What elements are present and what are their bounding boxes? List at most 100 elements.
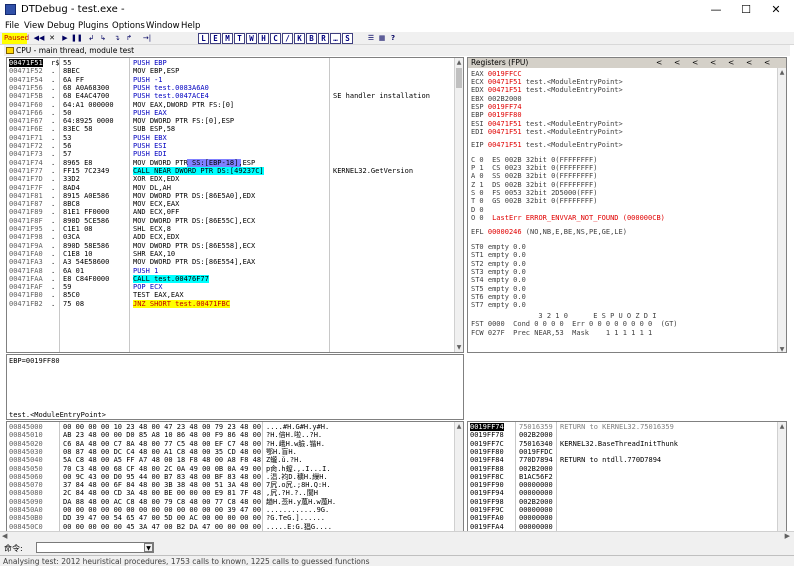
dump-row[interactable]: 00845000 00 00 00 00 10 23 48 00 47 23 48… [7, 423, 455, 431]
disasm-row[interactable]: 00471F89. 81E1 FF0000 AND ECX,0FF [7, 208, 455, 216]
reg-nav-button[interactable]: < [692, 58, 698, 68]
menu-help[interactable]: Help [181, 21, 200, 31]
disasm-row[interactable]: 00471F7D. 33D2 XOR EDX,EDX [7, 175, 455, 183]
memory-window-button[interactable]: M [222, 33, 233, 44]
register-value[interactable]: 00471F51 [488, 78, 522, 86]
disasm-row[interactable]: 00471FB0. 85C0 TEST EAX,EAX [7, 291, 455, 299]
scroll-up-arrow-icon[interactable]: ▲ [455, 58, 463, 67]
menu-debug[interactable]: Debug [47, 21, 75, 31]
dump-row[interactable]: 008450A0 00 00 00 00 00 00 00 00 00 00 00… [7, 506, 455, 514]
reg-nav-button[interactable]: < [710, 58, 716, 68]
registers-pane[interactable]: Registers (FPU) < < < < < < < EAX 0019FF… [467, 57, 787, 353]
dump-row[interactable]: 00845090 DA 88 48 00 AC C8 48 00 79 C8 48… [7, 498, 455, 506]
register-line[interactable]: EFL 00000246 (NO,NB,E,BE,NS,PE,GE,LE) [471, 228, 627, 236]
step-over-button[interactable]: ↳ [98, 33, 108, 44]
disasm-row[interactable]: 00471F52. 8BEC MOV EBP,ESP [7, 67, 455, 75]
disasm-row[interactable]: 00471F73. 57 PUSH EDI [7, 150, 455, 158]
minimize-button[interactable]: — [704, 2, 728, 18]
disassembly-pane[interactable]: 00471F51 r$ 55 PUSH EBP 00471F52. 8BEC MOV EBP… [6, 57, 464, 353]
disasm-row[interactable]: 00471F8F. 890D 5CE586 MOV DWORD PTR DS:[86… [7, 217, 455, 225]
reg-nav-button[interactable]: < [656, 58, 662, 68]
dump-row[interactable]: 00845030 08 87 48 00 DC C4 48 00 A1 C8 48… [7, 448, 455, 456]
run-trace-window-button[interactable]: … [330, 33, 341, 44]
disasm-row[interactable]: 00471F98. 03CA ADD ECX,EDX [7, 233, 455, 241]
scroll-up-arrow-icon[interactable]: ▲ [455, 422, 463, 431]
maximize-button[interactable]: ☐ [734, 2, 758, 18]
menu-view[interactable]: View [24, 21, 44, 31]
register-line[interactable]: A 0 SS 002B 32bit 0(FFFFFFFF) [471, 172, 597, 180]
modules-window-button[interactable]: E [210, 33, 221, 44]
register-value[interactable]: 0019FFCC [488, 70, 522, 78]
register-value[interactable]: 00471F51 [488, 86, 522, 94]
stack-row[interactable]: 0019FF94 00000000 [468, 489, 778, 497]
register-line[interactable]: ST4 empty 0.0 [471, 276, 526, 284]
disasm-row[interactable]: 00471F95. C1E1 08 SHL ECX,8 [7, 225, 455, 233]
registers-scrollbar[interactable]: ▲ ▼ [777, 68, 786, 352]
dump-row[interactable]: 00845080 2C 84 48 00 CD 3A 48 00 BE 00 00… [7, 489, 455, 497]
stack-row[interactable]: 0019FF98 002B2000 [468, 498, 778, 506]
disasm-row[interactable]: 00471FB2. 75 08 JNZ SHORT test.00471FBC [7, 299, 455, 308]
restart-button[interactable]: ◀◀ [32, 33, 46, 44]
disasm-row[interactable]: 00471F77. FF15 7C2349 CALL NEAR DWORD PTR … [7, 166, 455, 176]
trace-into-button[interactable]: ↴ [112, 33, 122, 44]
run-button[interactable]: ▶ [60, 33, 70, 44]
register-value[interactable]: 0019FF80 [488, 111, 522, 119]
disasm-row[interactable]: 00471FA8. 6A 01 PUSH 1 [7, 267, 455, 275]
main-horizontal-scrollbar[interactable]: ◀ ▶ [0, 531, 794, 541]
register-line[interactable]: EDX 00471F51 test.<ModuleEntryPoint> [471, 86, 623, 94]
command-input[interactable] [36, 542, 154, 553]
threads-window-button[interactable]: T [234, 33, 245, 44]
disasm-row[interactable]: 00471F66. 50 PUSH EAX [7, 109, 455, 117]
register-value[interactable]: 002B2000 [488, 95, 522, 103]
dump-row[interactable]: 008450C0 00 00 00 00 00 45 3A 47 00 B2 DA… [7, 523, 455, 531]
disasm-row[interactable]: 00471F5B. 68 E4AC4700 PUSH test.0047ACE4 SE… [7, 92, 455, 100]
disasm-row[interactable]: 00471F67. 64:8925 0000 MOV DWORD PTR FS:[0… [7, 117, 455, 125]
menu-file[interactable]: File [5, 21, 19, 31]
disasm-row[interactable]: 00471F56. 68 A0A68300 PUSH test.0083A6A0 [7, 84, 455, 92]
breakpoints-window-button[interactable]: B [306, 33, 317, 44]
register-line[interactable]: O 0 LastErr ERROR_ENVVAR_NOT_FOUND (0000… [471, 214, 665, 222]
close-button[interactable]: ✕ [764, 2, 788, 18]
source-window-button[interactable]: S [342, 33, 353, 44]
stack-row[interactable]: 0019FF78 002B2000 [468, 431, 778, 439]
stack-row[interactable]: 0019FFA0 00000000 [468, 514, 778, 522]
disasm-row[interactable]: 00471F51 r$ 55 PUSH EBP [7, 59, 455, 68]
scroll-up-arrow-icon[interactable]: ▲ [778, 68, 786, 77]
stack-row[interactable]: 0019FF9C 00000000 [468, 506, 778, 514]
handles-window-button[interactable]: H [258, 33, 269, 44]
register-line[interactable]: T 0 GS 002B 32bit 0(FFFFFFFF) [471, 197, 597, 205]
scroll-right-arrow-icon[interactable]: ▶ [785, 532, 790, 540]
disasm-row[interactable]: 00471F9A. 890D 58E586 MOV DWORD PTR DS:[86… [7, 242, 455, 250]
menu-window[interactable]: Window [146, 21, 180, 31]
register-line[interactable]: FCW 027F Prec NEAR,53 Mask 1 1 1 1 1 1 [471, 329, 652, 337]
help-icon[interactable]: ? [388, 33, 398, 44]
menu-plugins[interactable]: Plugins [78, 21, 108, 31]
register-line[interactable]: EDI 00471F51 test.<ModuleEntryPoint> [471, 128, 623, 136]
disassembly-scrollbar[interactable]: ▲ ▼ [454, 58, 463, 352]
reg-nav-button[interactable]: < [674, 58, 680, 68]
disasm-row[interactable]: 00471F6E. 83EC 58 SUB ESP,58 [7, 125, 455, 133]
stack-row[interactable]: 0019FF8C B1AC56F2 [468, 473, 778, 481]
disasm-row[interactable]: 00471F71. 53 PUSH EBX [7, 134, 455, 142]
disasm-row[interactable]: 00471F60. 64:A1 000000 MOV EAX,DWORD PTR F… [7, 101, 455, 109]
references-window-button[interactable]: R [318, 33, 329, 44]
register-value[interactable]: 00000246 [488, 228, 522, 236]
register-value[interactable]: 0019FF74 [488, 103, 522, 111]
patches-window-button[interactable]: / [282, 33, 293, 44]
disasm-row[interactable]: 00471FAA. E8 C84F0000 CALL test.00476F77 [7, 274, 455, 284]
execute-till-return-button[interactable]: →| [140, 33, 154, 44]
disasm-row[interactable]: 00471F87. 8BC8 MOV ECX,EAX [7, 200, 455, 208]
register-line[interactable]: FST 0000 Cond 0 0 0 0 Err 0 0 0 0 0 0 0 … [471, 320, 678, 328]
dump-row[interactable]: 00845050 70 C3 48 00 68 CF 48 00 2C 0A 49… [7, 465, 455, 473]
stack-row[interactable]: 0019FF84 770D7894 RETURN to ntdll.770D7894 [468, 456, 778, 464]
step-into-button[interactable]: ↲ [86, 33, 96, 44]
dump-row[interactable]: 00845060 00 9C 43 00 D0 95 44 00 B7 83 48… [7, 473, 455, 481]
register-value[interactable]: 00471F51 [488, 120, 522, 128]
scroll-thumb[interactable] [456, 68, 462, 88]
stack-row[interactable]: 0019FF90 00000000 [468, 481, 778, 489]
close-program-button[interactable]: ✕ [47, 33, 57, 44]
dump-row[interactable]: 008450B0 DD 39 47 00 54 65 47 00 5D 00 AC… [7, 514, 455, 522]
dump-row[interactable]: 00845020 C6 8A 48 00 C7 8A 48 00 77 C5 48… [7, 440, 455, 448]
register-value[interactable]: 00471F51 [488, 128, 522, 136]
dump-row[interactable]: 00845070 37 84 48 00 6F 84 48 00 3B 38 48… [7, 481, 455, 489]
